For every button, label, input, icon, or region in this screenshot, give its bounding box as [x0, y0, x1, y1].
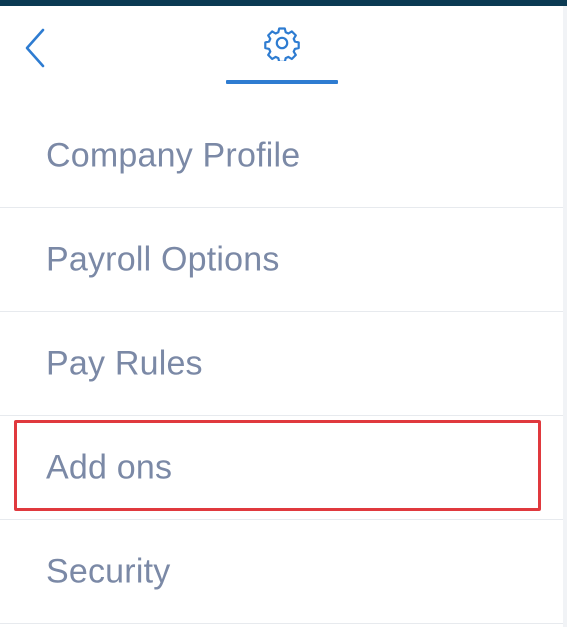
menu-item-pay-rules[interactable]: Pay Rules	[0, 312, 563, 416]
panel-edge	[563, 6, 567, 627]
active-tab-indicator	[226, 80, 338, 84]
menu-item-label: Company Profile	[46, 136, 301, 174]
chevron-left-icon	[25, 28, 45, 68]
menu-item-security[interactable]: Security	[0, 520, 563, 624]
menu-item-label: Pay Rules	[46, 344, 203, 382]
menu-item-label: Payroll Options	[46, 240, 280, 278]
menu-item-add-ons[interactable]: Add ons	[0, 416, 563, 520]
back-button[interactable]	[18, 24, 52, 72]
menu-item-payroll-options[interactable]: Payroll Options	[0, 208, 563, 312]
menu-item-label: Add ons	[46, 448, 173, 486]
menu-item-company-profile[interactable]: Company Profile	[0, 104, 563, 208]
settings-menu: Company Profile Payroll Options Pay Rule…	[0, 104, 563, 624]
menu-item-label: Security	[46, 552, 171, 590]
settings-panel: Company Profile Payroll Options Pay Rule…	[0, 0, 567, 627]
gear-icon	[263, 24, 301, 62]
tab-settings[interactable]	[226, 14, 338, 84]
top-bar	[0, 0, 567, 6]
